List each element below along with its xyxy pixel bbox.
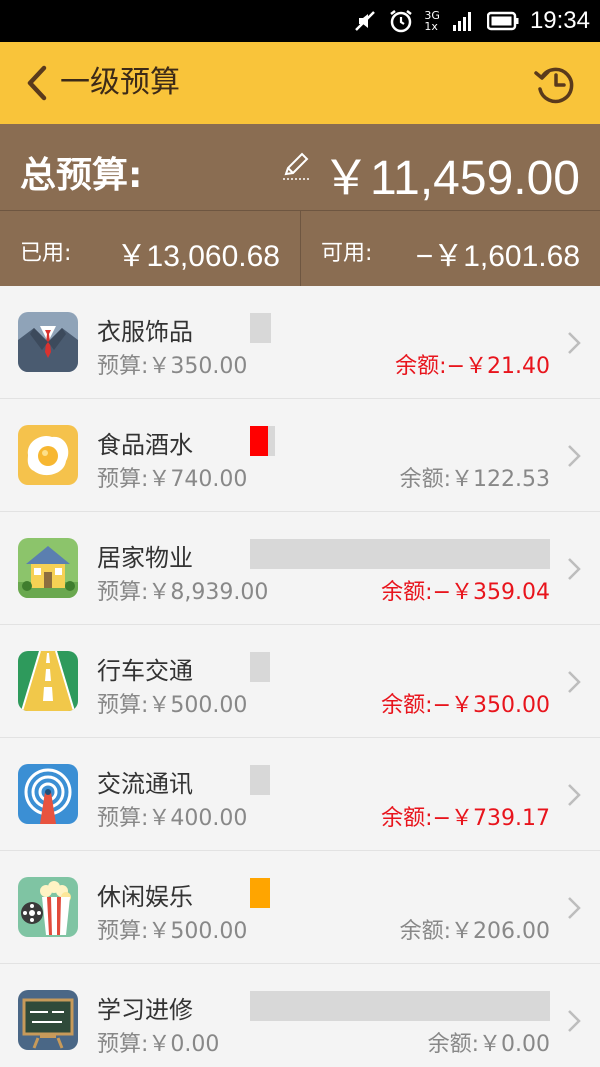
budget-progress-bar bbox=[250, 539, 550, 569]
signal-tower-icon bbox=[18, 764, 78, 824]
suit-icon bbox=[18, 312, 78, 372]
used-value: ￥13,060.68 bbox=[116, 240, 280, 273]
category-name: 交流通讯 bbox=[97, 770, 193, 798]
budget-progress-bar bbox=[250, 878, 550, 908]
budget-progress-bar bbox=[250, 313, 550, 343]
category-row[interactable]: 居家物业 预算:￥8,939.00 余额:−￥359.04 bbox=[0, 512, 600, 625]
category-row[interactable]: 行车交通 预算:￥500.00 余额:−￥350.00 bbox=[0, 625, 600, 738]
category-budget: 预算:￥740.00 bbox=[97, 467, 248, 492]
category-name: 行车交通 bbox=[97, 657, 193, 685]
category-budget: 预算:￥500.00 bbox=[97, 919, 248, 944]
available-label: 可用: bbox=[321, 241, 373, 266]
category-list: 衣服饰品 预算:￥350.00 余额:−￥21.40 食品酒水 预算:￥740.… bbox=[0, 286, 600, 1067]
total-budget-value: ￥11,459.00 bbox=[322, 152, 580, 205]
used-amount-cell: 已用: ￥13,060.68 bbox=[0, 211, 300, 286]
category-name: 食品酒水 bbox=[97, 431, 193, 459]
category-remaining: 余额:−￥21.40 bbox=[395, 354, 550, 379]
history-button[interactable] bbox=[532, 61, 578, 107]
category-name: 休闲娱乐 bbox=[97, 883, 193, 911]
battery-icon bbox=[486, 8, 520, 34]
category-row[interactable]: 衣服饰品 预算:￥350.00 余额:−￥21.40 bbox=[0, 286, 600, 399]
page-title: 一级预算 bbox=[60, 65, 180, 100]
category-budget: 预算:￥350.00 bbox=[97, 354, 248, 379]
category-budget: 预算:￥8,939.00 bbox=[97, 580, 269, 605]
category-remaining: 余额:￥0.00 bbox=[427, 1032, 550, 1057]
category-remaining: 余额:−￥359.04 bbox=[381, 580, 550, 605]
chevron-right-icon bbox=[568, 1010, 581, 1032]
category-budget: 预算:￥400.00 bbox=[97, 806, 248, 831]
back-button[interactable] bbox=[22, 62, 62, 104]
total-budget-label: 总预算: bbox=[20, 155, 143, 196]
chevron-right-icon bbox=[568, 445, 581, 467]
pencil-icon[interactable] bbox=[280, 150, 312, 182]
used-label: 已用: bbox=[20, 241, 72, 266]
chevron-right-icon bbox=[568, 671, 581, 693]
category-row[interactable]: 食品酒水 预算:￥740.00 余额:￥122.53 bbox=[0, 399, 600, 512]
budget-progress-bar bbox=[250, 426, 550, 456]
category-row[interactable]: 交流通讯 预算:￥400.00 余额:−￥739.17 bbox=[0, 738, 600, 851]
category-name: 学习进修 bbox=[97, 996, 193, 1024]
divider bbox=[300, 211, 301, 286]
chevron-right-icon bbox=[568, 332, 581, 354]
budget-progress-bar bbox=[250, 652, 550, 682]
network-type: 3G 1x bbox=[424, 9, 440, 33]
category-remaining: 余额:￥206.00 bbox=[399, 919, 550, 944]
available-value: −￥1,601.68 bbox=[415, 240, 580, 273]
chevron-right-icon bbox=[568, 897, 581, 919]
chevron-right-icon bbox=[568, 558, 581, 580]
chevron-left-icon bbox=[27, 65, 47, 101]
alarm-icon bbox=[388, 8, 414, 34]
category-remaining: 余额:￥122.53 bbox=[399, 467, 550, 492]
status-time: 19:34 bbox=[529, 7, 590, 34]
budget-progress-bar bbox=[250, 991, 550, 1021]
signal-icon bbox=[450, 8, 476, 34]
category-row[interactable]: 学习进修 预算:￥0.00 余额:￥0.00 bbox=[0, 964, 600, 1067]
house-icon bbox=[18, 538, 78, 598]
mute-icon bbox=[352, 8, 378, 34]
blackboard-icon bbox=[18, 990, 78, 1050]
category-remaining: 余额:−￥739.17 bbox=[381, 806, 550, 831]
category-name: 居家物业 bbox=[97, 544, 193, 572]
category-row[interactable]: 休闲娱乐 预算:￥500.00 余额:￥206.00 bbox=[0, 851, 600, 964]
budget-summary: 总预算: ￥11,459.00 已用: ￥13,060.68 可用: −￥1,6… bbox=[0, 124, 600, 286]
app-header: 一级预算 bbox=[0, 42, 600, 124]
popcorn-icon bbox=[18, 877, 78, 937]
category-name: 衣服饰品 bbox=[97, 318, 193, 346]
total-budget-row[interactable]: 总预算: ￥11,459.00 bbox=[0, 124, 600, 210]
available-amount-cell: 可用: −￥1,601.68 bbox=[301, 211, 600, 286]
fried-egg-icon bbox=[18, 425, 78, 485]
chevron-right-icon bbox=[568, 784, 581, 806]
category-budget: 预算:￥500.00 bbox=[97, 693, 248, 718]
status-bar: 3G 1x 19:34 bbox=[0, 0, 600, 42]
category-budget: 预算:￥0.00 bbox=[97, 1032, 220, 1057]
history-icon bbox=[534, 67, 574, 104]
budget-progress-bar bbox=[250, 765, 550, 795]
road-icon bbox=[18, 651, 78, 711]
category-remaining: 余额:−￥350.00 bbox=[381, 693, 550, 718]
